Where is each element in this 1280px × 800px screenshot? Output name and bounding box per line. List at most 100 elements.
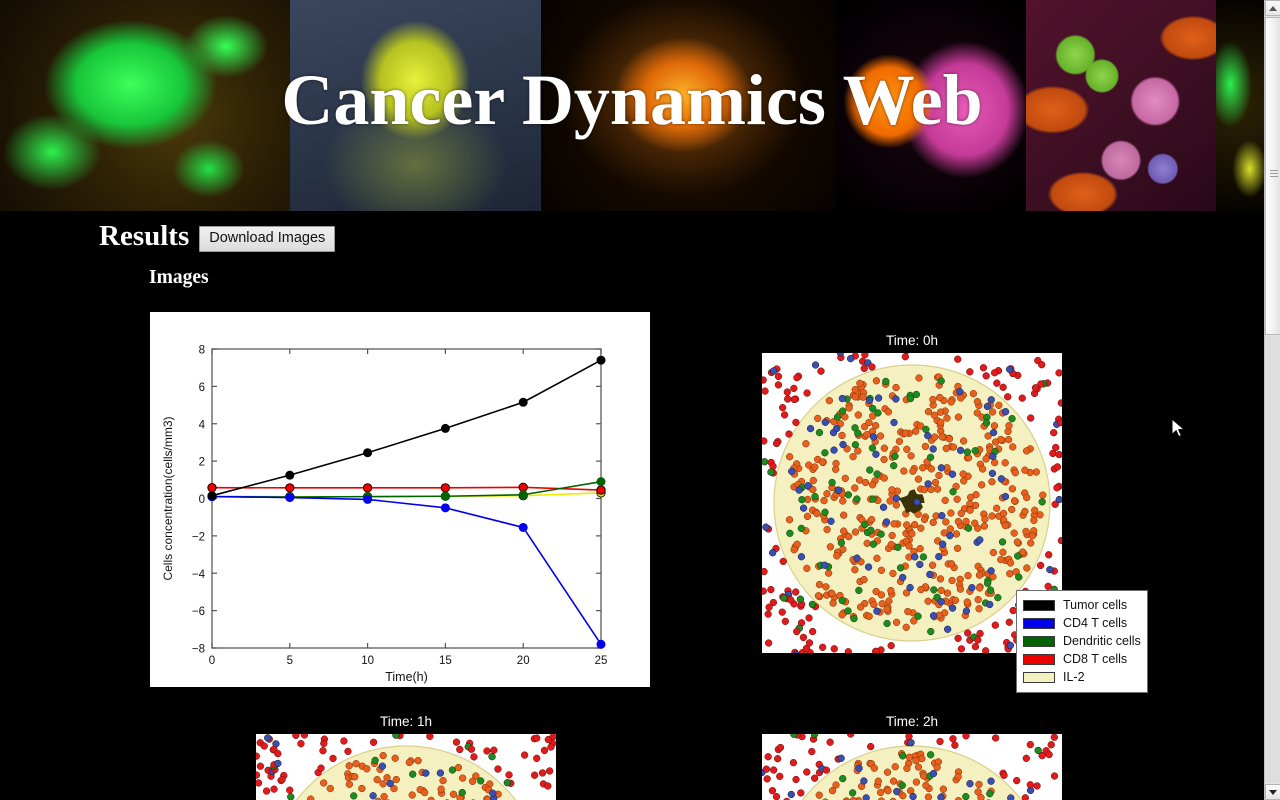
cell-dot [846,354,855,363]
cell-dot [929,612,938,620]
cell-dot [1039,491,1047,499]
cell-dot [545,767,554,775]
cell-dot [980,522,989,530]
cell-dot [1057,418,1062,427]
cell-dot [819,458,827,466]
cell-dot [919,772,928,780]
chart-point [285,470,295,480]
cell-dot [797,553,806,561]
cell-dot [987,396,995,404]
cell-dot [845,532,853,541]
cell-dot [894,543,902,551]
cell-dot [986,586,995,594]
cell-dot [765,603,773,611]
legend-label: CD4 T cells [1063,615,1128,630]
cell-dot [877,530,885,538]
cell-dot [811,463,819,471]
chart-point [596,485,606,495]
cell-dot [329,754,337,763]
cell-dot [956,585,965,593]
cell-dot [989,452,997,461]
scrollbar-track[interactable] [1265,336,1280,783]
cell-dot [935,471,943,480]
chart-point [362,483,373,493]
cell-dot [982,455,990,463]
banner-image-4 [836,0,1026,211]
cell-dot [762,376,767,384]
cell-dot [307,795,315,800]
cell-dot [780,411,789,419]
cell-dot [470,753,478,761]
cell-dot [803,389,811,397]
cell-dot [785,516,794,524]
cell-dot [538,769,547,777]
cell-dot [793,374,801,382]
simulation-title-1: Time: 1h [379,714,433,729]
cell-dot [833,424,841,433]
scroll-up-button[interactable] [1265,0,1280,16]
chart-plot-frame [211,348,602,649]
cell-dot [952,530,961,538]
page-title: Results [99,220,190,252]
cell-dot [768,787,777,795]
cell-dot [371,756,379,765]
cell-dot [1022,447,1031,455]
scrollbar-thumb[interactable] [1265,17,1280,335]
cell-dot [889,777,898,785]
cell-dot [977,481,986,489]
cell-dot [386,779,394,788]
cell-dot [899,573,907,582]
cell-dot [369,738,378,746]
cell-dot [883,619,891,628]
cell-dot [1045,750,1053,759]
cell-dot [937,464,946,472]
cell-dot [1000,771,1008,779]
x-tick-label: 0 [209,655,215,667]
cell-dot [942,444,950,453]
cell-dot [890,520,898,528]
cell-dot [1008,415,1016,423]
cell-dot [957,509,965,518]
cell-dot [989,548,998,557]
cell-dot [856,603,865,611]
cell-dot [520,751,529,759]
cell-dot [804,482,812,490]
cell-dot [833,552,841,560]
cell-dot [869,433,878,441]
cell-dot [964,629,972,637]
banner-image-6 [1216,0,1264,211]
cell-dot [1004,436,1013,444]
cell-dot [489,789,497,797]
cell-dot [781,617,789,625]
cell-dot [989,428,998,437]
cell-dot [973,409,981,417]
cell-dot [924,407,933,416]
cell-dot [1006,559,1015,567]
chart-point [440,491,450,501]
y-tick-label: −2 [192,531,205,543]
cell-dot [533,754,541,762]
download-images-button[interactable]: Download Images [199,225,336,252]
cell-dot [1027,539,1035,547]
cell-dot [931,433,939,441]
cell-dot [887,641,895,650]
cell-dot [1014,552,1022,560]
cell-dot [914,612,922,620]
cell-dot [1028,532,1037,540]
cell-dot [1015,573,1023,581]
cell-dot [838,611,846,619]
cell-dot [890,462,898,470]
cell-dot [872,450,880,458]
cell-dot [924,597,932,605]
cell-type-legend: Tumor cells CD4 T cells Dendritic cells CD8… [1016,590,1148,693]
legend-color-swatch [1023,671,1055,683]
cell-dot [973,397,982,406]
banner-image-2 [289,0,541,211]
vertical-scrollbar[interactable] [1264,0,1280,800]
cell-dot [762,523,770,531]
cell-dot [931,478,940,487]
y-tick-label: 0 [199,494,205,506]
scroll-down-button[interactable] [1265,784,1280,800]
cell-dot [300,734,309,739]
cell-dot [924,480,932,488]
